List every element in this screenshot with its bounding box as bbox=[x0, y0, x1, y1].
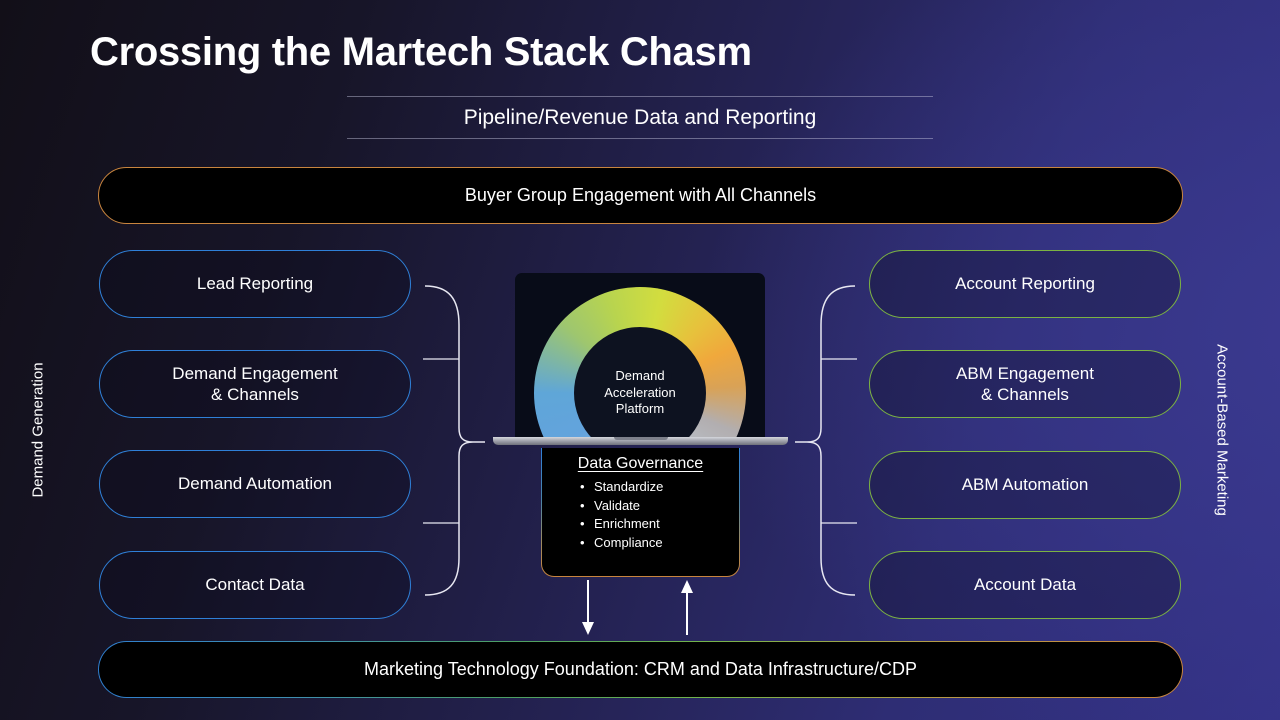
pill-demand-engagement[interactable]: Demand Engagement & Channels bbox=[99, 350, 411, 418]
arrow-down-icon bbox=[582, 580, 594, 635]
list-item: Compliance bbox=[580, 534, 739, 553]
pill-demand-automation[interactable]: Demand Automation bbox=[99, 450, 411, 518]
pill-label: Contact Data bbox=[205, 575, 305, 595]
data-governance-title: Data Governance bbox=[577, 455, 704, 472]
flow-arrows bbox=[582, 580, 693, 635]
pill-label: Account Reporting bbox=[955, 274, 1095, 294]
laptop-screen: Demand Acceleration Platform bbox=[515, 273, 765, 438]
list-item: Enrichment bbox=[580, 515, 739, 534]
left-bracket-connector bbox=[423, 285, 485, 596]
right-bracket-connector bbox=[795, 285, 857, 596]
bottom-banner-label: Marketing Technology Foundation: CRM and… bbox=[364, 659, 917, 679]
data-governance-list: Standardize Validate Enrichment Complian… bbox=[542, 478, 739, 553]
pill-contact-data[interactable]: Contact Data bbox=[99, 551, 411, 619]
laptop-notch bbox=[613, 437, 668, 440]
donut-chart: Demand Acceleration Platform bbox=[534, 287, 746, 438]
pill-account-reporting[interactable]: Account Reporting bbox=[869, 250, 1181, 318]
side-label-demand-generation: Demand Generation bbox=[29, 362, 47, 498]
pill-account-data[interactable]: Account Data bbox=[869, 551, 1181, 619]
laptop-illustration: Demand Acceleration Platform bbox=[493, 273, 788, 448]
page-subtitle: Pipeline/Revenue Data and Reporting bbox=[463, 106, 817, 129]
pill-label: Lead Reporting bbox=[196, 274, 314, 294]
pill-label: ABM Automation bbox=[961, 475, 1089, 495]
pill-abm-engagement[interactable]: ABM Engagement & Channels bbox=[869, 350, 1181, 418]
platform-name: Demand Acceleration Platform bbox=[604, 367, 676, 417]
top-banner[interactable]: Buyer Group Engagement with All Channels bbox=[98, 167, 1183, 224]
page-title: Crossing the Martech Stack Chasm bbox=[90, 30, 752, 74]
data-governance-card[interactable]: Data Governance Standardize Validate Enr… bbox=[541, 448, 740, 577]
list-item: Standardize bbox=[580, 478, 739, 497]
pill-abm-automation[interactable]: ABM Automation bbox=[869, 451, 1181, 519]
subtitle-block: Pipeline/Revenue Data and Reporting bbox=[347, 96, 933, 139]
bottom-banner[interactable]: Marketing Technology Foundation: CRM and… bbox=[98, 641, 1183, 698]
arrow-up-icon bbox=[681, 580, 693, 635]
list-item: Validate bbox=[580, 497, 739, 516]
pill-label: Demand Automation bbox=[177, 474, 333, 494]
pill-lead-reporting[interactable]: Lead Reporting bbox=[99, 250, 411, 318]
slide-canvas: Crossing the Martech Stack Chasm Pipelin… bbox=[0, 0, 1280, 720]
side-label-account-based-marketing: Account-Based Marketing bbox=[1213, 344, 1231, 516]
top-banner-label: Buyer Group Engagement with All Channels bbox=[464, 185, 817, 205]
pill-label: Demand Engagement & Channels bbox=[172, 363, 338, 404]
subtitle-rule-bottom bbox=[347, 138, 933, 139]
pill-label: Account Data bbox=[973, 575, 1077, 595]
pill-label: ABM Engagement & Channels bbox=[956, 363, 1094, 404]
